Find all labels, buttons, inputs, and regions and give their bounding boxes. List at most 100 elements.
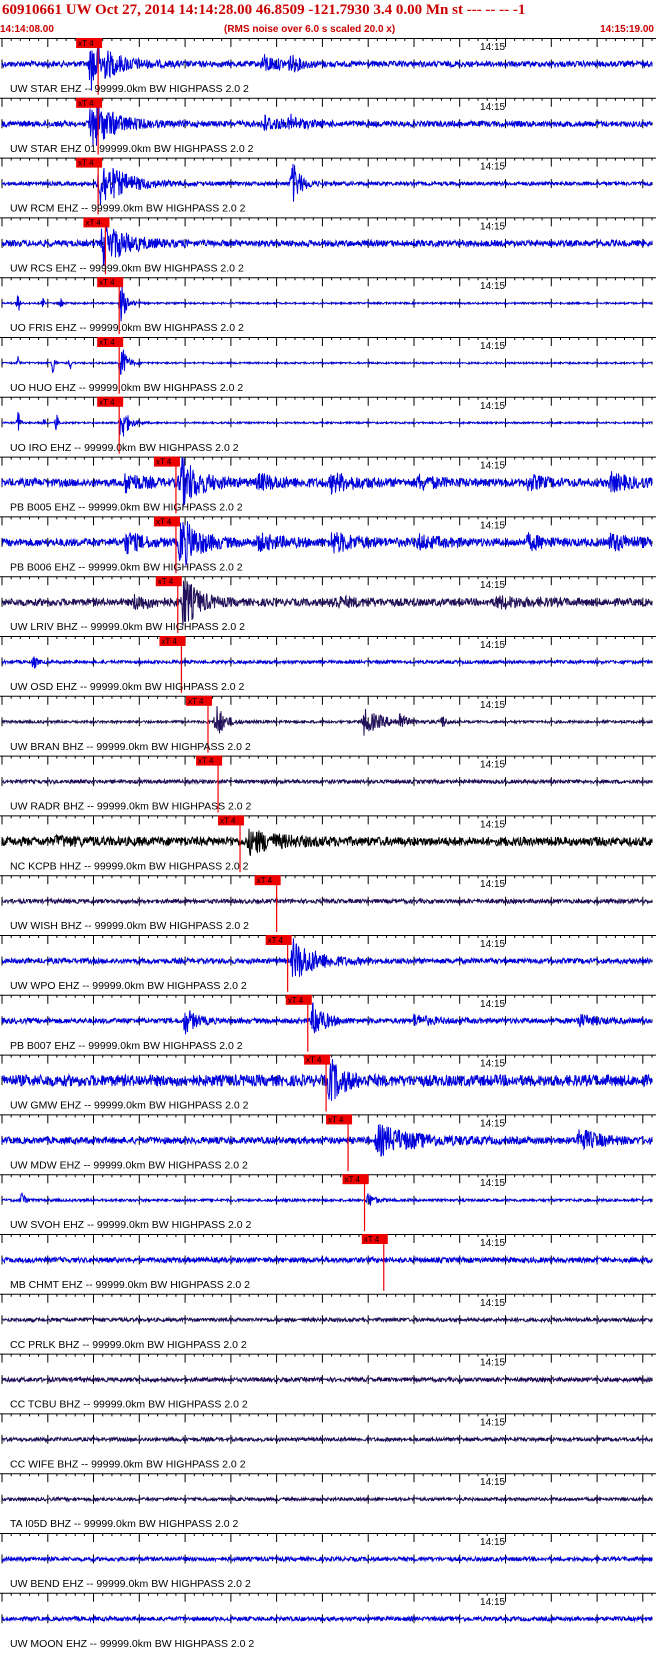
minute-label: 14:15 [480, 580, 505, 591]
waveform [1, 1495, 653, 1503]
seismogram-plot: 14:15 xT 4 UW STAR EHZ -- 99999.0km BW HIG… [0, 38, 656, 1650]
minute-label: 14:15 [480, 1597, 505, 1608]
pick-label: xT 4 [78, 39, 94, 48]
minute-label: 14:15 [480, 42, 505, 53]
event-title: 60910661 UW Oct 27, 2014 14:14:28.00 46.… [2, 2, 526, 18]
waveform [1, 285, 653, 322]
minute-label: 14:15 [480, 819, 505, 830]
waveform [1, 1316, 653, 1324]
waveform [1, 163, 653, 206]
minute-label: 14:15 [480, 760, 505, 771]
station-label: UW LRIV BHZ -- 99999.0km BW HIGHPASS 2.0… [10, 621, 245, 633]
waveform [1, 1614, 653, 1623]
pick-label: xT 4 [328, 1115, 344, 1124]
station-label: UW RADR BHZ -- 99999.0km BW HIGHPASS 2.0… [10, 801, 252, 813]
station-label: UW STAR EHZ -- 99999.0km BW HIGHPASS 2.0… [10, 83, 249, 95]
minute-label: 14:15 [480, 341, 505, 352]
waveform [1, 411, 653, 437]
station-label: UW SVOH EHZ -- 99999.0km BW HIGHPASS 2.0… [10, 1219, 252, 1231]
minute-label: 14:15 [480, 1358, 505, 1369]
station-label: UW MDW EHZ -- 99999.0km BW HIGHPASS 2.0 … [10, 1159, 248, 1171]
station-label: PB B005 EHZ -- 99999.0km BW HIGHPASS 2.0… [10, 502, 243, 514]
pick-label: xT 4 [99, 398, 115, 407]
end-time-label: 14:15:19.00 [600, 24, 654, 35]
waveform [1, 101, 653, 146]
waveform [1, 580, 653, 626]
pick-label: xT 4 [158, 577, 174, 586]
station-label: UW STAR EHZ 01 99999.0km BW HIGHPASS 2.0… [10, 143, 254, 155]
pick-label: xT 4 [85, 218, 101, 227]
station-label: UW GMW EHZ -- 99999.0km BW HIGHPASS 2.0 … [10, 1100, 249, 1112]
station-label: UW WISH BHZ -- 99999.0km BW HIGHPASS 2.0… [10, 920, 249, 932]
pick-label: xT 4 [156, 458, 172, 467]
minute-label: 14:15 [480, 401, 505, 412]
waveform [1, 706, 653, 736]
minute-label: 14:15 [480, 1059, 505, 1070]
minute-label: 14:15 [480, 640, 505, 651]
waveform [1, 1375, 653, 1384]
waveform [1, 828, 653, 857]
station-label: UW BRAN BHZ -- 99999.0km BW HIGHPASS 2.0… [10, 741, 251, 753]
minute-label: 14:15 [480, 1238, 505, 1249]
waveform [1, 897, 653, 906]
station-label: UW RCS EHZ -- 99999.0km BW HIGHPASS 2.0 … [10, 262, 244, 274]
waveform [1, 1192, 653, 1206]
waveform [1, 1555, 653, 1563]
station-label: CC TCBU BHZ -- 99999.0km BW HIGHPASS 2.0… [10, 1399, 248, 1411]
minute-label: 14:15 [480, 1118, 505, 1129]
station-label: PB B007 EHZ -- 99999.0km BW HIGHPASS 2.0… [10, 1040, 243, 1052]
station-label: UW BEND EHZ -- 99999.0km BW HIGHPASS 2.0… [10, 1578, 251, 1590]
station-label: TA I05D BHZ -- 99999.0km BW HIGHPASS 2.0… [10, 1518, 239, 1530]
waveform [1, 656, 653, 669]
station-label: NC KCPB HHZ -- 99999.0km BW HIGHPASS 2.0… [10, 860, 249, 872]
plot-header: 60910661 UW Oct 27, 2014 14:14:28.00 46.… [0, 0, 656, 40]
pick-label: xT 4 [156, 517, 172, 526]
minute-label: 14:15 [480, 461, 505, 472]
station-label: PB B006 EHZ -- 99999.0km BW HIGHPASS 2.0… [10, 561, 243, 573]
pick-label: xT 4 [188, 697, 204, 706]
pick-label: xT 4 [198, 757, 214, 766]
waveform [1, 456, 653, 506]
pick-label: xT 4 [78, 159, 94, 168]
minute-label: 14:15 [480, 999, 505, 1010]
station-label: UO IRO EHZ -- 99999.0km BW HIGHPASS 2.0 … [10, 442, 239, 454]
station-label: UW WPO EHZ -- 99999.0km BW HIGHPASS 2.0 … [10, 980, 247, 992]
waveform [1, 223, 653, 267]
station-label: UW OSD EHZ -- 99999.0km BW HIGHPASS 2.0 … [10, 681, 245, 693]
waveform [1, 1002, 653, 1035]
minute-label: 14:15 [480, 1178, 505, 1189]
waveform [1, 1255, 653, 1265]
pick-label: xT 4 [99, 278, 115, 287]
minute-label: 14:15 [480, 520, 505, 531]
minute-label: 14:15 [480, 221, 505, 232]
minute-label: 14:15 [480, 162, 505, 173]
waveform [1, 521, 653, 567]
pick-label: xT 4 [257, 876, 273, 885]
minute-label: 14:15 [480, 939, 505, 950]
waveform [1, 1435, 653, 1444]
pick-label: xT 4 [99, 338, 115, 347]
pick-label: xT 4 [345, 1175, 361, 1184]
station-label: CC PRLK BHZ -- 99999.0km BW HIGHPASS 2.0… [10, 1339, 247, 1351]
minute-label: 14:15 [480, 700, 505, 711]
waveform [1, 938, 653, 977]
pick-label: xT 4 [288, 996, 304, 1005]
station-label: MB CHMT EHZ -- 99999.0km BW HIGHPASS 2.0… [10, 1279, 250, 1291]
pick-label: xT 4 [220, 816, 236, 825]
minute-label: 14:15 [480, 879, 505, 890]
minute-label: 14:15 [480, 1477, 505, 1488]
minute-label: 14:15 [480, 281, 505, 292]
station-label: UW MOON EHZ -- 99999.0km BW HIGHPASS 2.0… [10, 1638, 254, 1650]
rms-note: (RMS noise over 6.0 s scaled 20.0 x) [224, 24, 396, 35]
waveform [1, 1124, 653, 1157]
station-label: UO HUO EHZ -- 99999.0km BW HIGHPASS 2.0 … [10, 382, 243, 394]
start-time-label: 14:14:08.00 [0, 24, 54, 35]
minute-label: 14:15 [480, 1537, 505, 1548]
minute-label: 14:15 [480, 1417, 505, 1428]
pick-label: xT 4 [306, 1056, 322, 1065]
station-label: CC WIFE BHZ -- 99999.0km BW HIGHPASS 2.0… [10, 1458, 246, 1470]
station-label: UW RCM EHZ -- 99999.0km BW HIGHPASS 2.0 … [10, 203, 246, 215]
station-label: UO FRIS EHZ -- 99999.0km BW HIGHPASS 2.0… [10, 322, 244, 334]
waveform [1, 777, 653, 786]
minute-label: 14:15 [480, 1298, 505, 1309]
